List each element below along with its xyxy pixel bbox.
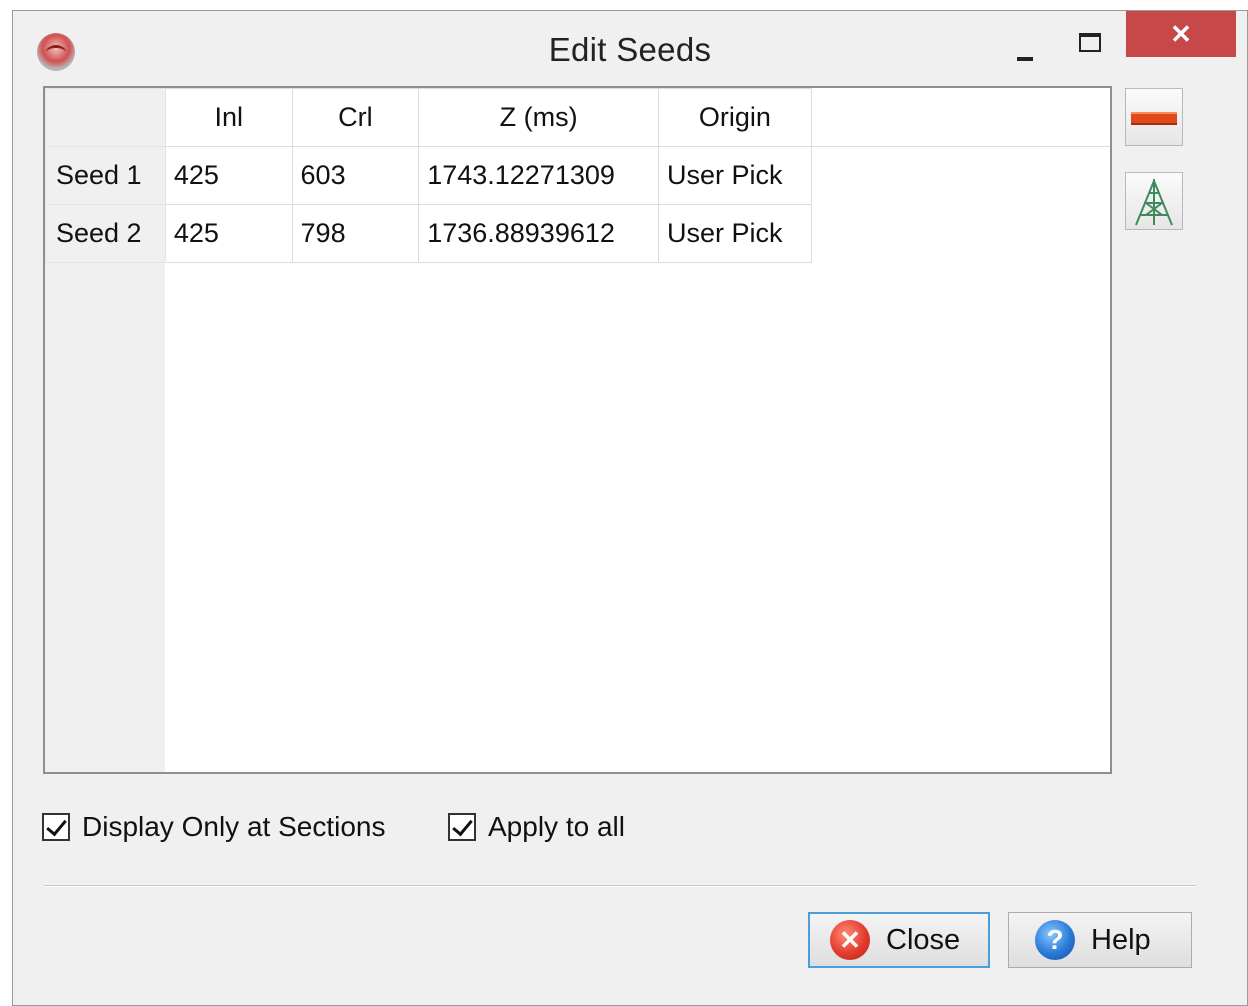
checkbox-checked-icon[interactable] <box>448 813 476 841</box>
cell-z[interactable]: 1736.88939612 <box>418 204 659 263</box>
row-header-seed-1[interactable]: Seed 1 <box>45 146 166 205</box>
column-header-filler <box>810 88 1110 147</box>
column-header-crl[interactable]: Crl <box>291 88 420 147</box>
row-filler <box>811 146 1110 205</box>
cell-origin[interactable]: User Pick <box>657 146 812 205</box>
cell-crl[interactable]: 603 <box>291 146 420 205</box>
help-icon: ? <box>1035 920 1075 960</box>
column-header-z[interactable]: Z (ms) <box>418 88 659 147</box>
table-corner <box>45 88 166 147</box>
table-row[interactable]: Seed 2 425 798 1736.88939612 User Pick <box>45 204 1110 263</box>
help-button-label: Help <box>1091 923 1151 956</box>
separator <box>44 885 1196 887</box>
cell-origin[interactable]: User Pick <box>657 204 812 263</box>
column-header-inl[interactable]: Inl <box>164 88 293 147</box>
cell-crl[interactable]: 798 <box>291 204 420 263</box>
apply-to-all-checkbox[interactable]: Apply to all <box>448 810 625 844</box>
seeds-table: Inl Crl Z (ms) Origin Seed 1 425 603 174… <box>43 86 1112 774</box>
table-header-row: Inl Crl Z (ms) Origin <box>45 88 1110 147</box>
apply-to-all-label: Apply to all <box>488 811 625 842</box>
tracker-settings-button[interactable] <box>1125 172 1183 230</box>
column-header-origin[interactable]: Origin <box>657 88 812 147</box>
cell-z[interactable]: 1743.12271309 <box>418 146 659 205</box>
maximize-button[interactable] <box>1067 27 1111 61</box>
checkbox-checked-icon[interactable] <box>42 813 70 841</box>
tracker-settings-icon <box>1135 179 1173 226</box>
close-button[interactable]: ✕ Close <box>808 912 990 968</box>
close-circle-icon: ✕ <box>830 920 870 960</box>
remove-seed-button[interactable] <box>1125 88 1183 146</box>
display-only-at-sections-checkbox[interactable]: Display Only at Sections <box>42 810 385 844</box>
window-title: Edit Seeds <box>548 31 712 68</box>
close-icon: ✕ <box>1170 19 1192 49</box>
title-bar: Edit Seeds ✕ <box>13 11 1247 89</box>
cell-inl[interactable]: 425 <box>164 204 293 263</box>
table-row[interactable]: Seed 1 425 603 1743.12271309 User Pick <box>45 146 1110 205</box>
window-close-button[interactable]: ✕ <box>1126 11 1236 57</box>
close-button-label: Close <box>886 923 961 956</box>
row-filler <box>811 204 1110 263</box>
display-only-at-sections-label: Display Only at Sections <box>82 811 386 842</box>
help-button[interactable]: ? Help <box>1008 912 1192 968</box>
minimize-button[interactable] <box>1003 35 1047 69</box>
remove-seed-icon <box>1131 112 1177 125</box>
cell-inl[interactable]: 425 <box>164 146 293 205</box>
row-header-seed-2[interactable]: Seed 2 <box>45 204 166 263</box>
